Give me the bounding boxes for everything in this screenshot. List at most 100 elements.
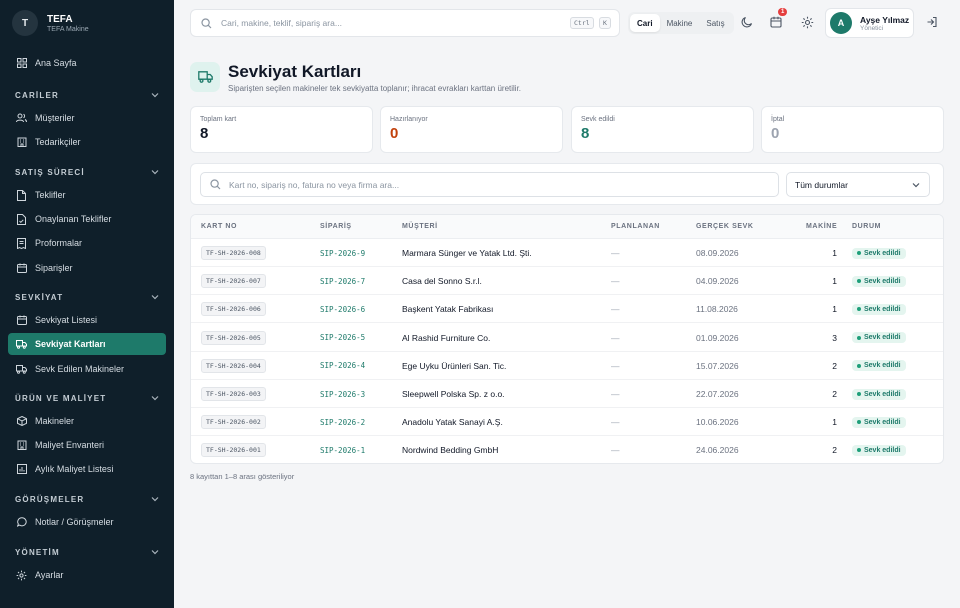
order-link[interactable]: SIP-2026-2 — [320, 418, 365, 427]
card-number[interactable]: TF-SH-2026-007 — [201, 274, 266, 289]
table-row[interactable]: TF-SH-2026-003 SIP-2026-3 Sleepwell Polska… — [191, 380, 943, 408]
stat-card-preparing: Hazırlanıyor 0 — [380, 106, 563, 153]
global-search-input[interactable]: Cari, makine, teklif, sipariş ara... Ctr… — [190, 9, 620, 37]
truck-icon — [16, 339, 27, 350]
table-row[interactable]: TF-SH-2026-007 SIP-2026-7 Casa del Sonno S… — [191, 267, 943, 296]
sidebar-item-aylik-maliyet-listesi[interactable]: Aylık Maliyet Listesi — [8, 458, 166, 480]
dark-mode-toggle[interactable] — [740, 15, 754, 29]
stat-card-total: Toplam kart 8 — [190, 106, 373, 153]
sidebar-item-teklifler[interactable]: Teklifler — [8, 184, 166, 206]
planned-date: — — [611, 248, 620, 258]
order-link[interactable]: SIP-2026-9 — [320, 249, 365, 258]
order-link[interactable]: SIP-2026-7 — [320, 277, 365, 286]
order-link[interactable]: SIP-2026-1 — [320, 446, 365, 455]
card-number[interactable]: TF-SH-2026-006 — [201, 302, 266, 317]
actual-ship-date: 10.06.2026 — [696, 417, 739, 428]
column-header-customer[interactable]: MÜŞTERİ — [402, 223, 438, 230]
machine-count: 1 — [832, 304, 837, 315]
order-link[interactable]: SIP-2026-6 — [320, 305, 365, 314]
card-number[interactable]: TF-SH-2026-002 — [201, 415, 266, 430]
column-header-order[interactable]: SİPARİŞ — [320, 223, 352, 230]
stat-value: 0 — [390, 125, 399, 142]
sidebar-item-label: Tedarikçiler — [35, 137, 81, 147]
order-link[interactable]: SIP-2026-3 — [320, 390, 365, 399]
brand-avatar: T — [12, 10, 38, 36]
machine-count: 1 — [832, 276, 837, 287]
table-row[interactable]: TF-SH-2026-002 SIP-2026-2 Anadolu Yatak Sa… — [191, 408, 943, 437]
truck-icon — [16, 364, 27, 375]
card-search-input[interactable]: Kart no, sipariş no, fatura no veya firm… — [200, 172, 779, 197]
search-placeholder: Cari, makine, teklif, sipariş ara... — [221, 18, 342, 28]
search-icon — [210, 179, 221, 190]
chevron-down-icon — [151, 93, 159, 98]
settings-button[interactable] — [800, 15, 814, 29]
table-row[interactable]: TF-SH-2026-006 SIP-2026-6 Başkent Yatak Fa… — [191, 295, 943, 324]
topbar: Cari, makine, teklif, sipariş ara... Ctr… — [174, 0, 960, 46]
table-row[interactable]: TF-SH-2026-001 SIP-2026-1 Nordwind Bedding… — [191, 436, 943, 463]
gear-icon — [16, 570, 27, 581]
column-header-actual[interactable]: GERÇEK SEVK — [696, 223, 754, 230]
status-label: Sevk edildi — [864, 305, 901, 313]
planned-date: — — [611, 389, 620, 399]
order-link[interactable]: SIP-2026-4 — [320, 361, 365, 370]
sidebar-item-siparisler[interactable]: Siparişler — [8, 257, 166, 279]
chart-icon — [16, 464, 27, 475]
sidebar-item-home[interactable]: Ana Sayfa — [8, 52, 166, 74]
sidebar-item-onaylanan-teklifler[interactable]: Onaylanan Teklifler — [8, 208, 166, 230]
status-dot — [857, 251, 861, 255]
table-row[interactable]: TF-SH-2026-008 SIP-2026-9 Marmara Sünger v… — [191, 239, 943, 267]
sidebar-item-musteriler[interactable]: Müşteriler — [8, 107, 166, 129]
status-filter-select[interactable]: Tüm durumlar — [786, 172, 930, 197]
sidebar-item-sevkiyat-listesi[interactable]: Sevkiyat Listesi — [8, 309, 166, 331]
brand[interactable]: T TEFA TEFA Makine — [0, 0, 174, 46]
sidebar-item-sevk-edilen-makineler[interactable]: Sevk Edilen Makineler — [8, 358, 166, 380]
sidebar-group-sevkiyat[interactable]: SEVKİYAT — [15, 292, 160, 302]
status-badge: Sevk edildi — [852, 303, 906, 315]
sidebar-group-yonetim[interactable]: YÖNETİM — [15, 547, 160, 557]
customer-name: Nordwind Bedding GmbH — [402, 445, 499, 456]
sidebar-group-cariler[interactable]: CARİLER — [15, 90, 160, 100]
users-icon — [16, 113, 27, 124]
card-number[interactable]: TF-SH-2026-001 — [201, 443, 266, 458]
actual-ship-date: 11.08.2026 — [696, 304, 738, 315]
column-header-machines[interactable]: MAKİNE — [806, 223, 837, 230]
status-label: Sevk edildi — [864, 277, 901, 285]
sidebar-item-label: Aylık Maliyet Listesi — [35, 464, 114, 474]
scope-cari-button[interactable]: Cari — [630, 14, 660, 32]
column-header-card[interactable]: KART NO — [201, 223, 237, 230]
sidebar-group-label: CARİLER — [15, 90, 59, 100]
order-link[interactable]: SIP-2026-5 — [320, 333, 365, 342]
sidebar-group-satis-sureci[interactable]: SATIŞ SÜRECİ — [15, 167, 160, 177]
table-row[interactable]: TF-SH-2026-005 SIP-2026-5 Al Rashid Furnit… — [191, 324, 943, 352]
sidebar-item-notlar-gorusmeler[interactable]: Notlar / Görüşmeler — [8, 511, 166, 533]
logout-button[interactable] — [925, 15, 939, 29]
user-menu[interactable]: A Ayşe Yılmaz Yönetici — [825, 8, 914, 38]
calendar-icon — [770, 16, 782, 28]
column-header-status[interactable]: DURUM — [852, 223, 881, 230]
scope-makine-button[interactable]: Makine — [660, 14, 700, 32]
truck-icon — [197, 71, 213, 83]
card-number[interactable]: TF-SH-2026-005 — [201, 330, 266, 345]
card-number[interactable]: TF-SH-2026-004 — [201, 358, 266, 373]
scope-satis-button[interactable]: Satış — [699, 14, 731, 32]
calendar-icon — [16, 315, 27, 326]
sidebar-item-label: Makineler — [35, 416, 75, 426]
calendar-button[interactable] — [769, 15, 783, 29]
sidebar-item-maliyet-envanteri[interactable]: Maliyet Envanteri — [8, 434, 166, 456]
sidebar-item-tedarikciler[interactable]: Tedarikçiler — [8, 131, 166, 153]
sidebar-item-makineler[interactable]: Makineler — [8, 410, 166, 432]
sidebar-group-gorusmeler[interactable]: GÖRÜŞMELER — [15, 494, 160, 504]
column-header-planned[interactable]: PLANLANAN — [611, 223, 660, 230]
page-title: Sevkiyat Kartları — [228, 62, 362, 81]
stat-label: Hazırlanıyor — [390, 116, 428, 123]
table-row[interactable]: TF-SH-2026-004 SIP-2026-4 Ege Uyku Ürünler… — [191, 352, 943, 380]
sidebar-item-ayarlar[interactable]: Ayarlar — [8, 564, 166, 586]
sidebar-group-urun-ve-maliyet[interactable]: ÜRÜN VE MALİYET — [15, 393, 160, 403]
sidebar-group-label: SEVKİYAT — [15, 292, 64, 302]
stat-card-shipped: Sevk edildi 8 — [571, 106, 754, 153]
sidebar-item-proformalar[interactable]: Proformalar — [8, 232, 166, 254]
sidebar-item-sevkiyat-kartlari[interactable]: Sevkiyat Kartları — [8, 333, 166, 355]
brand-title: TEFA — [47, 13, 73, 25]
card-number[interactable]: TF-SH-2026-008 — [201, 246, 266, 260]
card-number[interactable]: TF-SH-2026-003 — [201, 387, 266, 401]
